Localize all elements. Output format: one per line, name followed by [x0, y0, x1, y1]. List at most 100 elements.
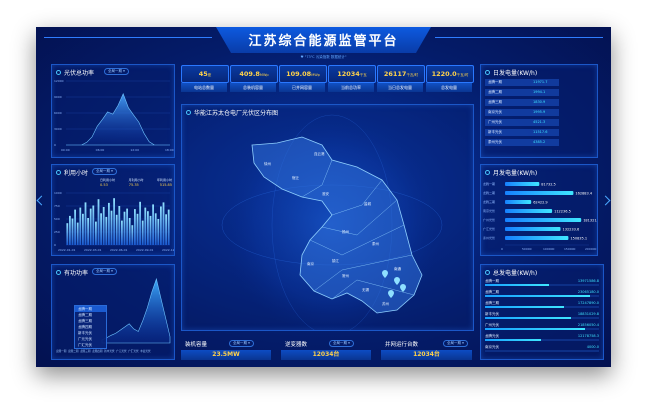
city-label: 扬州 [342, 229, 350, 234]
bottom-stat-select[interactable]: 全局一期 ▾ [229, 340, 254, 347]
active-select[interactable]: 全局一期 ▾ [92, 268, 117, 275]
city-label: 泰州 [372, 241, 380, 246]
bar [505, 200, 532, 204]
bar [92, 205, 95, 245]
city-label: 连云港 [314, 151, 325, 156]
bottom-stat-value: 12034台 [381, 350, 472, 360]
stat-unit: 座 [207, 73, 212, 77]
power-area [66, 93, 170, 146]
inverter-count-box: 逆变器数 全局一期 ▾ 12034台 [281, 337, 371, 361]
progress-fill [485, 284, 549, 286]
stat-label: 已并网容量 [279, 83, 325, 92]
bottom-stat-select[interactable]: 全局一期 ▾ [443, 340, 468, 347]
bar [126, 208, 128, 245]
stat-current-power: 12034千瓦 当前总功率 [328, 65, 376, 95]
bar [118, 206, 121, 245]
row-value: 4000.0 [586, 345, 599, 349]
bar [76, 222, 79, 245]
bar-value: 181321.2 [583, 219, 597, 223]
power-area-chart: 0 3000 6000 9000 12000 00:00 06:00 12:00 18:00 [54, 79, 174, 152]
bar [147, 211, 149, 245]
city-label: 徐州 [264, 161, 272, 166]
x-tick-label: 06:00 [96, 148, 105, 152]
total-row: 南京光伏 4000.0 [485, 345, 599, 353]
circle-icon [485, 170, 490, 175]
power-select[interactable]: 全局一期 ▾ [104, 68, 129, 75]
bar [134, 209, 136, 245]
bar-label: 广汇光伏 [483, 226, 495, 231]
total-row: 龙腾三期 17247890.0 [485, 301, 599, 309]
header: 江苏综合能源监管平台 ♥ "73℃ 污染指数 数据统计" [36, 27, 611, 59]
progress-track [485, 350, 599, 352]
bottom-stat-title: 装机容量 [185, 342, 208, 348]
bar-label: 龙腾三期 [483, 199, 495, 204]
stat-value: 1220.0 [431, 70, 457, 78]
stat-unit: 千瓦/时 [456, 73, 469, 77]
progress-fill [485, 306, 564, 308]
bottom-stat-title: 并网运行台数 [385, 342, 419, 348]
active-dropdown-menu: 龙腾一期 龙腾二期 龙腾三期 龙腾四期 新丰光伏 广元光伏 广汇光伏 [74, 305, 107, 349]
bar [66, 223, 69, 245]
hours-title: 利用小时 [56, 168, 88, 177]
row-value: 18831029.8 [577, 312, 599, 316]
bar [139, 201, 141, 245]
bar [69, 215, 71, 245]
stat-daily-generation: 26117千瓦/时 当日总发电量 [377, 65, 425, 95]
y-tick-label: 3000 [54, 127, 62, 131]
legend-item: 龙腾四期 [92, 350, 103, 353]
x-tick-label: 0 [501, 247, 503, 251]
row-value: 21856050.4 [577, 323, 599, 327]
monthly-title: 月发电量(KW/h) [485, 168, 537, 177]
legend-item: 广汇光伏 [128, 350, 139, 353]
x-tick-label: 50000 [522, 247, 532, 251]
menu-item[interactable]: 广汇光伏 [75, 342, 106, 348]
city-label: 宿迁 [292, 175, 300, 180]
stat-grid-capacity: 109.08MWp 已并网容量 [279, 65, 327, 95]
stat-value: 12034 [337, 70, 360, 78]
bar [108, 202, 110, 245]
y-tick-label: 9000 [54, 95, 62, 99]
daily-row: 南京光伏 1995.9 [485, 109, 559, 116]
legend-item: 龙腾三期 [80, 350, 91, 353]
bar [115, 214, 118, 245]
legend-value: 515.85 [159, 183, 172, 187]
daily-row: 泰州光伏 4385.2 [485, 139, 559, 146]
hours-bar-chart: 0 250 500 750 1000 2022-01-01 2022-03-01 2022-0… [54, 191, 174, 252]
legend-item: 龙腾一期 [56, 350, 67, 353]
legend-value: 75.35 [128, 183, 139, 187]
bar [79, 207, 82, 245]
x-tick-label: 100000 [543, 247, 555, 251]
stat-label: 总装机容量 [230, 83, 276, 92]
bar [95, 221, 97, 245]
circle-icon [56, 170, 61, 175]
bar [131, 225, 134, 245]
bar [162, 202, 165, 245]
left-arrow-icon[interactable] [36, 195, 47, 206]
legend-item: 丰益光伏 [140, 350, 151, 353]
bar [121, 220, 123, 245]
hours-select[interactable]: 全局一期 ▾ [92, 168, 117, 175]
page-title: 江苏综合能源监管平台 [248, 34, 399, 49]
city-label: 镇江 [332, 258, 340, 263]
daily-generation-panel: 日发电量(KW/h) 龙腾一期 11971.7 龙腾二期 1994.1 龙腾三期 18… [480, 64, 598, 158]
legend-label: 日利用小时 [100, 178, 116, 182]
bar-label: 泰州光伏 [483, 235, 495, 240]
bar [113, 198, 115, 245]
y-tick-label: 250 [54, 230, 60, 234]
bar-label: 广州光伏 [483, 217, 495, 222]
active-area-chart [101, 277, 171, 344]
bar [97, 199, 100, 245]
active-area [101, 277, 171, 344]
stat-value: 45 [198, 70, 208, 78]
bar [144, 207, 147, 245]
grid-running-count-box: 并网运行台数 全局一期 ▾ 12034台 [381, 337, 472, 361]
y-tick-label: 0 [54, 143, 56, 147]
bar [505, 209, 553, 213]
right-arrow-icon[interactable] [600, 195, 611, 206]
bar-value: 150835.1 [570, 237, 587, 241]
bar [84, 202, 87, 245]
bar-value: 112236.5 [554, 210, 571, 214]
progress-fill [485, 328, 585, 330]
bar [157, 219, 160, 245]
bottom-stat-select[interactable]: 全局一期 ▾ [329, 340, 354, 347]
